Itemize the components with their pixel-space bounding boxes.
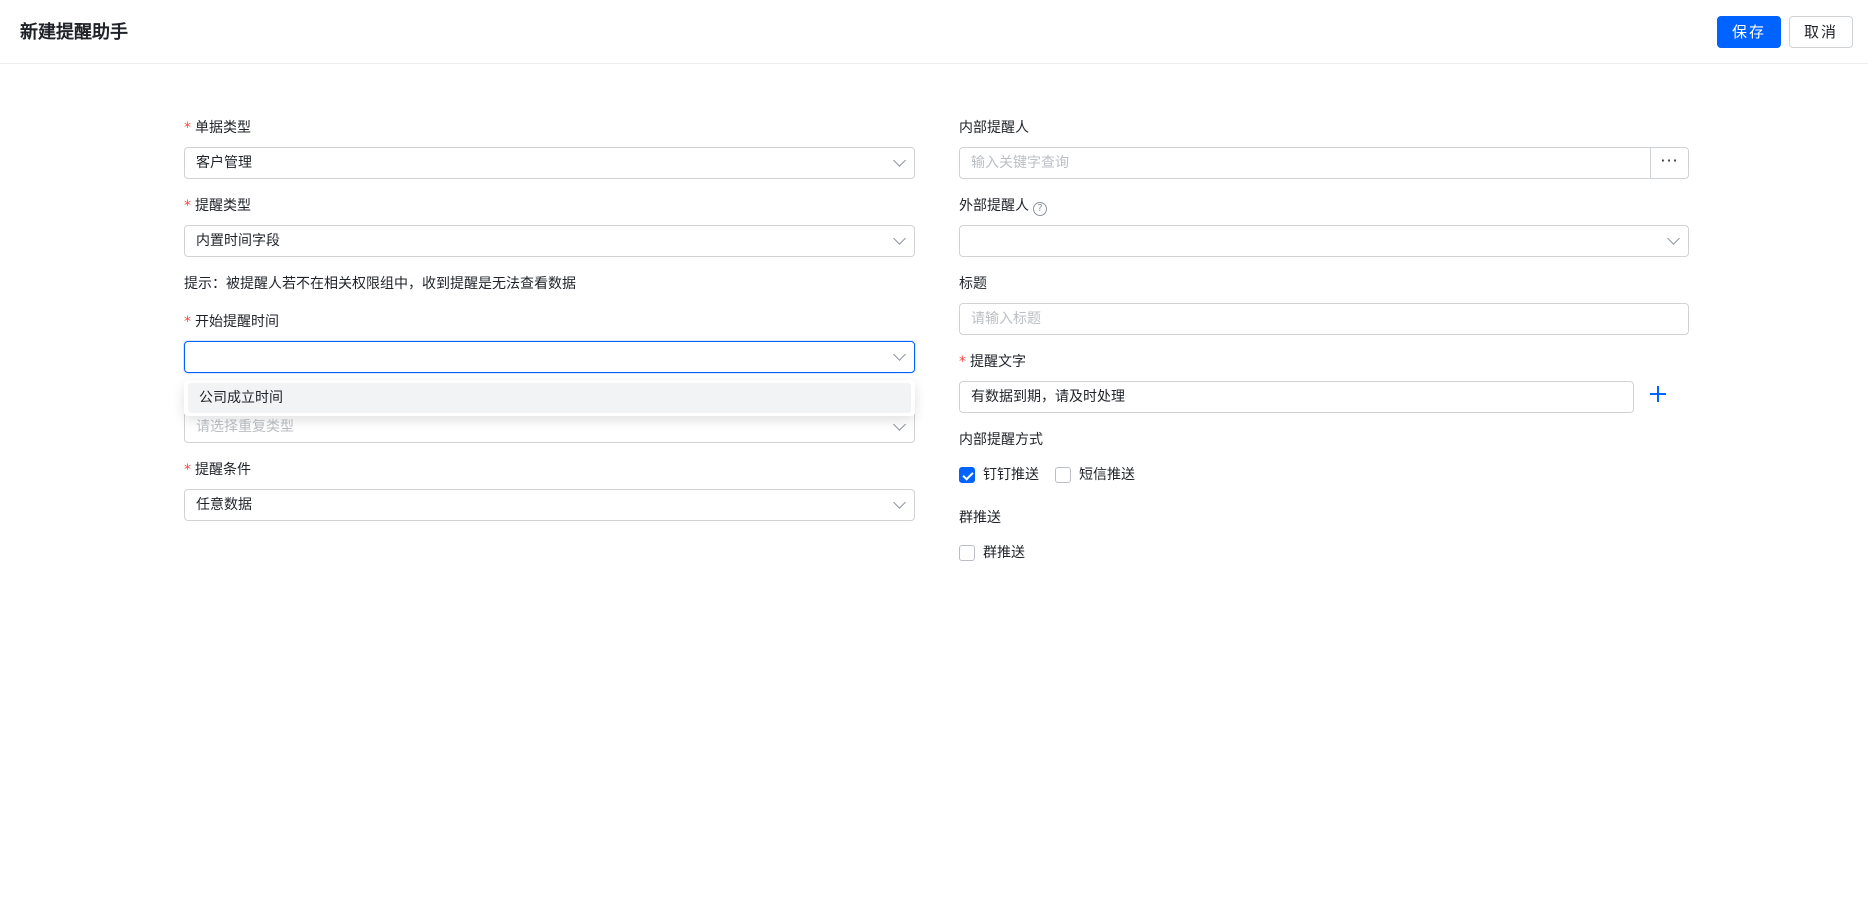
group-push-group: 群推送: [959, 543, 1041, 563]
checkbox-checked-icon[interactable]: [959, 467, 975, 483]
condition-select[interactable]: 任意数据: [184, 489, 915, 521]
internal-reminder-label: 内部提醒人: [959, 120, 1029, 136]
group-push-checkbox[interactable]: 群推送: [959, 543, 1025, 563]
external-reminder-label: 外部提醒人?: [959, 196, 1047, 216]
start-time-label: * 开始提醒时间: [184, 314, 279, 330]
save-button[interactable]: 保存: [1717, 16, 1781, 48]
title-label: 标题: [959, 276, 987, 292]
question-circle-icon[interactable]: ?: [1033, 202, 1047, 216]
dingtalk-push-checkbox[interactable]: 钉钉推送: [959, 465, 1039, 485]
plus-icon[interactable]: [1649, 385, 1667, 403]
ellipsis-icon[interactable]: ···: [1650, 148, 1688, 178]
required-mark: *: [184, 198, 191, 214]
chevron-down-icon: [893, 154, 906, 167]
dropdown-option[interactable]: 公司成立时间: [188, 383, 911, 413]
page-header: 新建提醒助手 保存 取消: [0, 0, 1868, 64]
start-time-select[interactable]: [184, 341, 915, 373]
sms-push-checkbox[interactable]: 短信推送: [1055, 465, 1135, 485]
remind-text-input[interactable]: 有数据到期，请及时处理: [959, 381, 1634, 413]
external-reminder-select[interactable]: [959, 225, 1689, 257]
doc-type-label: * 单据类型: [184, 120, 251, 136]
checkbox-icon[interactable]: [959, 545, 975, 561]
chevron-down-icon: [893, 418, 906, 431]
internal-method-group: 钉钉推送 短信推送: [959, 465, 1151, 485]
remind-type-label: * 提醒类型: [184, 198, 251, 214]
required-mark: *: [184, 462, 191, 478]
group-push-label: 群推送: [959, 510, 1001, 526]
title-input[interactable]: 请输入标题: [959, 303, 1689, 335]
cancel-button[interactable]: 取消: [1789, 16, 1853, 48]
remind-type-select[interactable]: 内置时间字段: [184, 225, 915, 257]
internal-reminder-input[interactable]: 输入关键字查询 ···: [959, 147, 1689, 179]
remind-text-label: * 提醒文字: [959, 354, 1026, 370]
chevron-down-icon: [1667, 232, 1680, 245]
checkbox-icon[interactable]: [1055, 467, 1071, 483]
chevron-down-icon: [893, 232, 906, 245]
required-mark: *: [184, 120, 191, 136]
chevron-down-icon: [893, 348, 906, 361]
permission-hint: 提示：被提醒人若不在相关权限组中，收到提醒是无法查看数据: [184, 276, 576, 292]
internal-method-label: 内部提醒方式: [959, 432, 1043, 448]
doc-type-select[interactable]: 客户管理: [184, 147, 915, 179]
required-mark: *: [184, 314, 191, 330]
start-time-dropdown: 公司成立时间: [184, 380, 915, 416]
page-title: 新建提醒助手: [20, 22, 128, 42]
required-mark: *: [959, 354, 966, 370]
condition-label: * 提醒条件: [184, 462, 251, 478]
chevron-down-icon: [893, 496, 906, 509]
